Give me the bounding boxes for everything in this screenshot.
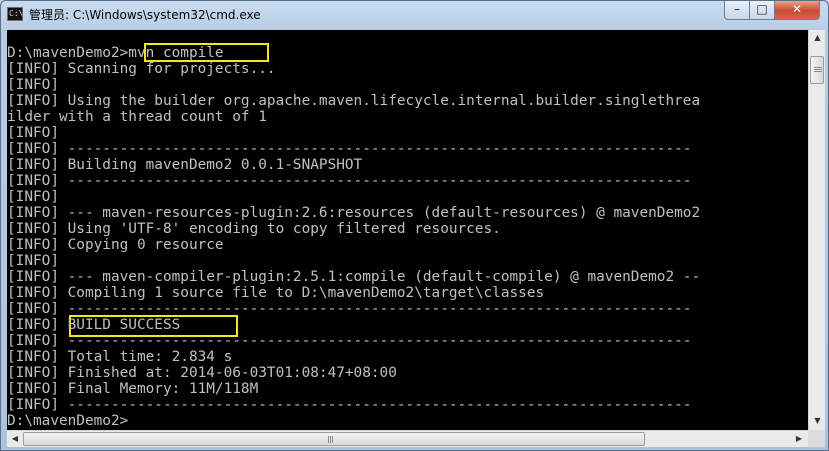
console-line: D:\mavenDemo2> <box>7 413 129 429</box>
console-line: [INFO] ---------------------------------… <box>7 333 692 349</box>
console-line: [INFO] BUILD SUCCESS <box>7 317 181 333</box>
console-output[interactable]: D:\mavenDemo2>mvn compile [INFO] Scanning… <box>7 30 808 430</box>
console-line: [INFO] --- maven-compiler-plugin:2.5.1:c… <box>7 269 701 285</box>
maximize-button[interactable]: □ <box>749 1 775 20</box>
console-line: [INFO] Using the builder org.apache.mave… <box>7 93 701 109</box>
minimize-button[interactable]: – <box>724 1 750 20</box>
vertical-scroll-thumb[interactable] <box>810 56 824 84</box>
console-line: [INFO] <box>7 189 59 205</box>
console-line: [INFO] Copying 0 resource <box>7 237 224 253</box>
scroll-down-arrow-icon[interactable]: ▼ <box>810 413 825 429</box>
console-line: [INFO] ---------------------------------… <box>7 141 692 157</box>
console-line: [INFO] Scanning for projects... <box>7 61 276 77</box>
close-button[interactable]: ✕ <box>774 1 820 20</box>
console-line: [INFO] Compiling 1 source file to D:\mav… <box>7 285 545 301</box>
console-line: [INFO] Total time: 2.834 s <box>7 349 233 365</box>
vertical-scrollbar[interactable]: ▲ ▼ <box>808 30 825 430</box>
cmd-app-icon[interactable]: C:\ <box>7 7 23 21</box>
console-line: [INFO] ---------------------------------… <box>7 397 692 413</box>
console-line: [INFO] <box>7 125 59 141</box>
console-line: D:\mavenDemo2>mvn compile <box>7 45 224 61</box>
console-line: [INFO] Using 'UTF-8' encoding to copy fi… <box>7 221 501 237</box>
console-line: [INFO] <box>7 77 59 93</box>
console-line: [INFO] ---------------------------------… <box>7 301 692 317</box>
console-line: ilder with a thread count of 1 <box>7 109 267 125</box>
horizontal-scroll-thumb[interactable] <box>23 432 645 446</box>
scrollbar-corner <box>808 430 825 447</box>
horizontal-scrollbar[interactable]: ◀ ▶ <box>7 430 808 447</box>
console-line: [INFO] Final Memory: 11M/118M <box>7 381 259 397</box>
title-bar[interactable]: C:\ 管理员: C:\Windows\system32\cmd.exe – □… <box>1 1 828 29</box>
console-line: [INFO] Finished at: 2014-06-03T01:08:47+… <box>7 365 397 381</box>
console-line: [INFO] ---------------------------------… <box>7 173 692 189</box>
scroll-right-arrow-icon[interactable]: ▶ <box>791 431 807 447</box>
console-line: [INFO] --- maven-resources-plugin:2.6:re… <box>7 205 701 221</box>
window-title: 管理员: C:\Windows\system32\cmd.exe <box>29 8 261 22</box>
console-line: [INFO] <box>7 253 59 269</box>
console-line: [INFO] Building mavenDemo2 0.0.1-SNAPSHO… <box>7 157 363 173</box>
cmd-window: C:\ 管理员: C:\Windows\system32\cmd.exe – □… <box>0 0 829 451</box>
scroll-up-arrow-icon[interactable]: ▲ <box>810 30 825 46</box>
scroll-left-arrow-icon[interactable]: ◀ <box>7 431 23 447</box>
